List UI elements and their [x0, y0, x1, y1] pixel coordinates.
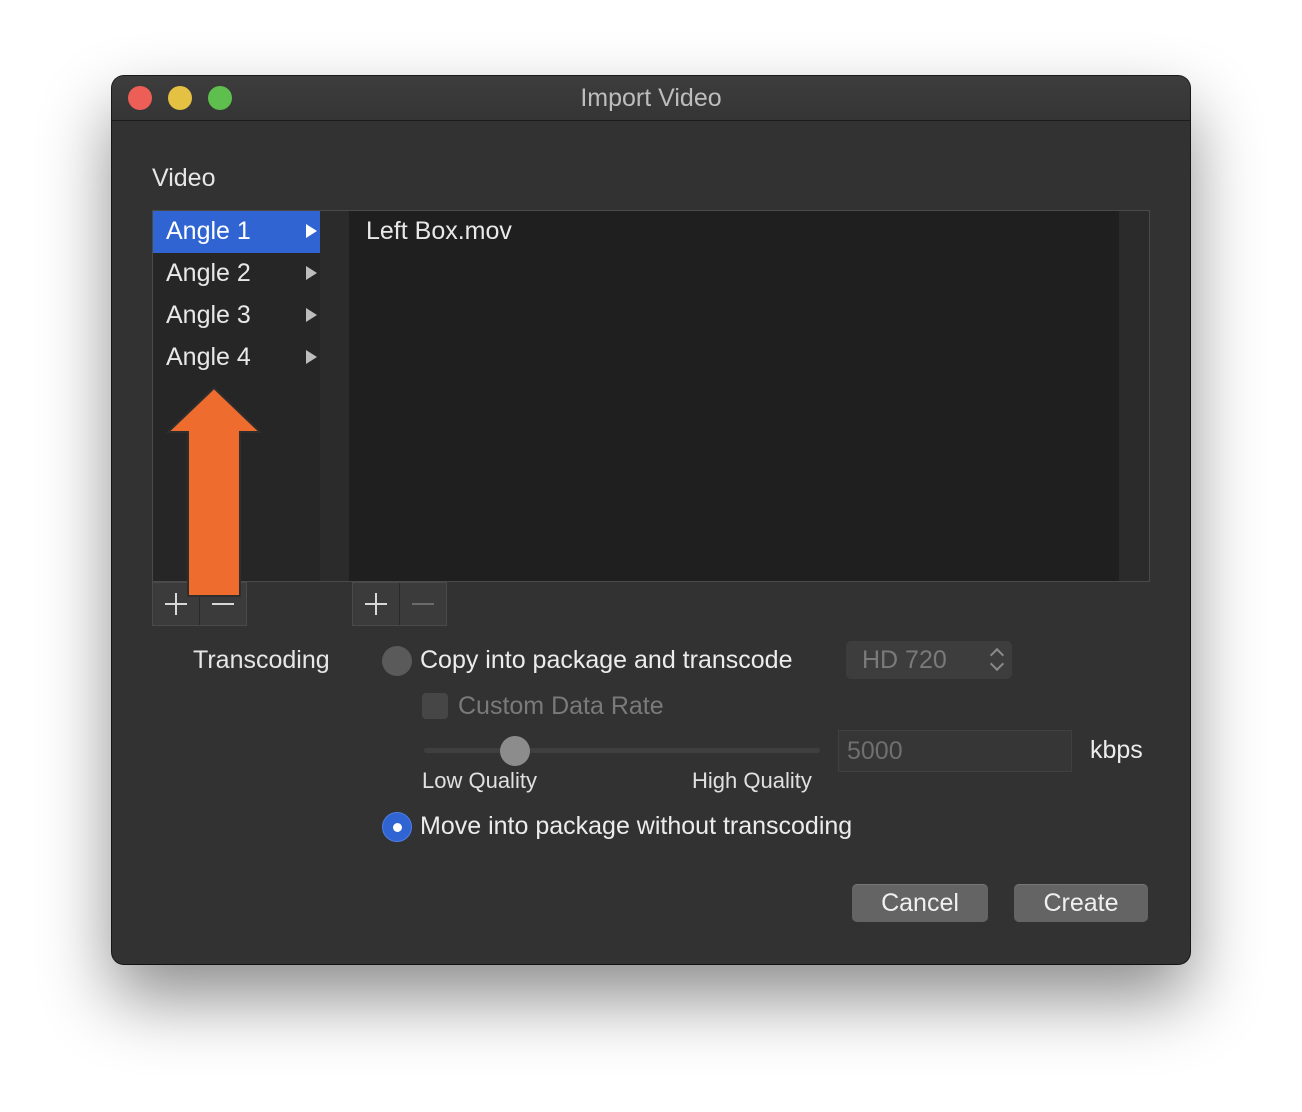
angle-item-label: Angle 1: [166, 217, 251, 245]
custom-data-rate-label: Custom Data Rate: [458, 692, 664, 720]
video-file-list: Left Box.mov: [349, 210, 1119, 582]
angle-item-1[interactable]: Angle 1: [153, 211, 321, 253]
move-without-transcode-label[interactable]: Move into package without transcoding: [420, 812, 852, 841]
data-rate-unit: kbps: [1090, 736, 1143, 764]
disclosure-arrow-icon: [306, 350, 317, 364]
angle-item-3[interactable]: Angle 3: [153, 295, 321, 337]
file-list-scrollbar[interactable]: [1119, 210, 1150, 582]
import-video-dialog: Import Video Video Angle 1 Angle 2 Angle…: [112, 76, 1190, 964]
quality-slider-knob[interactable]: [500, 736, 531, 766]
preset-popup[interactable]: HD 720: [846, 641, 1012, 679]
disclosure-arrow-icon: [306, 266, 317, 280]
add-file-button[interactable]: [353, 583, 399, 625]
angle-item-4[interactable]: Angle 4: [153, 337, 321, 379]
disclosure-arrow-icon: [306, 224, 317, 238]
disclosure-arrow-icon: [306, 308, 317, 322]
copy-transcode-label[interactable]: Copy into package and transcode: [420, 646, 792, 675]
angle-item-label: Angle 4: [166, 343, 251, 371]
file-item[interactable]: Left Box.mov: [349, 211, 1119, 253]
annotation-arrow-icon: [166, 386, 262, 597]
low-quality-label: Low Quality: [422, 768, 537, 793]
file-add-remove-control: [352, 582, 447, 626]
preset-value: HD 720: [862, 646, 947, 674]
transcoding-label: Transcoding: [193, 646, 330, 674]
quality-slider-track[interactable]: [424, 748, 820, 753]
video-section-label: Video: [152, 164, 216, 192]
title-bar: Import Video: [112, 76, 1190, 121]
angle-item-label: Angle 2: [166, 259, 251, 287]
list-divider: [320, 210, 349, 582]
custom-data-rate-checkbox[interactable]: [422, 693, 448, 719]
high-quality-label: High Quality: [692, 768, 812, 793]
angle-item-label: Angle 3: [166, 301, 251, 329]
data-rate-field[interactable]: 5000: [838, 730, 1072, 772]
remove-file-button[interactable]: [399, 583, 446, 625]
window-title: Import Video: [580, 84, 722, 112]
move-without-transcode-radio[interactable]: [382, 812, 412, 842]
chevron-updown-icon: [990, 646, 1004, 674]
copy-transcode-radio[interactable]: [382, 646, 412, 676]
angle-item-2[interactable]: Angle 2: [153, 253, 321, 295]
cancel-button[interactable]: Cancel: [852, 884, 988, 922]
data-rate-value: 5000: [847, 737, 903, 765]
create-button[interactable]: Create: [1014, 884, 1148, 922]
